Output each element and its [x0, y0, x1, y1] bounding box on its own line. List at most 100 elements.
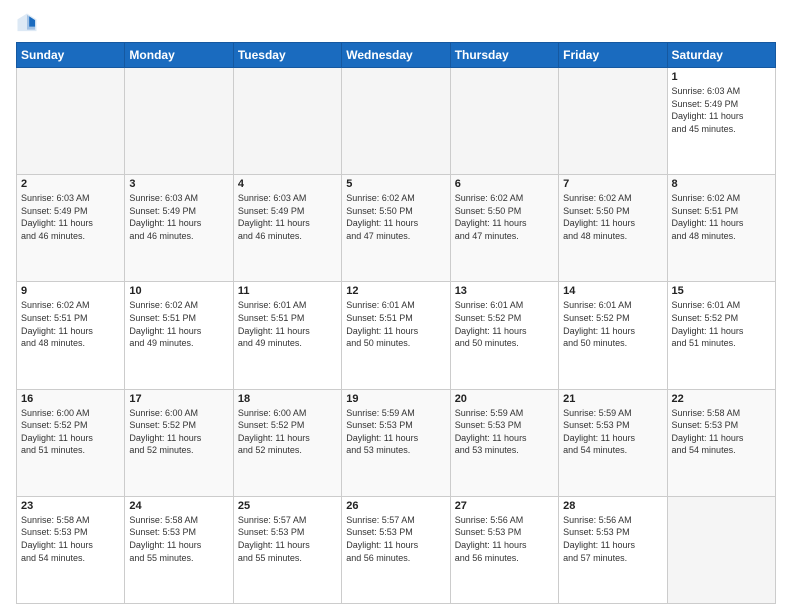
- calendar-cell: 9 Sunrise: 6:02 AM Sunset: 5:51 PM Daylig…: [17, 282, 125, 389]
- col-header-wednesday: Wednesday: [342, 43, 450, 68]
- calendar-cell: 25 Sunrise: 5:57 AM Sunset: 5:53 PM Dayli…: [233, 496, 341, 603]
- logo-icon: [16, 12, 38, 34]
- calendar-week-row: 9 Sunrise: 6:02 AM Sunset: 5:51 PM Daylig…: [17, 282, 776, 389]
- day-info: Sunrise: 6:01 AM Sunset: 5:51 PM Dayligh…: [346, 299, 445, 349]
- calendar-cell: 18 Sunrise: 6:00 AM Sunset: 5:52 PM Dayli…: [233, 389, 341, 496]
- calendar-cell: 6 Sunrise: 6:02 AM Sunset: 5:50 PM Daylig…: [450, 175, 558, 282]
- calendar-cell: [667, 496, 775, 603]
- day-number: 2: [21, 178, 120, 190]
- day-number: 15: [672, 285, 771, 297]
- calendar-week-row: 23 Sunrise: 5:58 AM Sunset: 5:53 PM Dayli…: [17, 496, 776, 603]
- day-info: Sunrise: 6:01 AM Sunset: 5:52 PM Dayligh…: [672, 299, 771, 349]
- calendar-week-row: 16 Sunrise: 6:00 AM Sunset: 5:52 PM Dayli…: [17, 389, 776, 496]
- calendar-cell: 23 Sunrise: 5:58 AM Sunset: 5:53 PM Dayli…: [17, 496, 125, 603]
- day-info: Sunrise: 6:02 AM Sunset: 5:50 PM Dayligh…: [455, 192, 554, 242]
- calendar-cell: [342, 68, 450, 175]
- day-info: Sunrise: 5:57 AM Sunset: 5:53 PM Dayligh…: [346, 514, 445, 564]
- day-info: Sunrise: 6:03 AM Sunset: 5:49 PM Dayligh…: [129, 192, 228, 242]
- day-number: 14: [563, 285, 662, 297]
- calendar-cell: [450, 68, 558, 175]
- col-header-monday: Monday: [125, 43, 233, 68]
- calendar-cell: 14Sunrise: 6:01 AM Sunset: 5:52 PM Dayli…: [559, 282, 667, 389]
- calendar-cell: 10 Sunrise: 6:02 AM Sunset: 5:51 PM Dayli…: [125, 282, 233, 389]
- calendar-cell: [233, 68, 341, 175]
- day-info: Sunrise: 5:58 AM Sunset: 5:53 PM Dayligh…: [672, 407, 771, 457]
- header: [16, 12, 776, 34]
- calendar-cell: 27 Sunrise: 5:56 AM Sunset: 5:53 PM Dayli…: [450, 496, 558, 603]
- day-number: 17: [129, 393, 228, 405]
- day-info: Sunrise: 6:03 AM Sunset: 5:49 PM Dayligh…: [21, 192, 120, 242]
- day-info: Sunrise: 6:01 AM Sunset: 5:51 PM Dayligh…: [238, 299, 337, 349]
- day-info: Sunrise: 5:59 AM Sunset: 5:53 PM Dayligh…: [455, 407, 554, 457]
- calendar-cell: [559, 68, 667, 175]
- day-info: Sunrise: 5:56 AM Sunset: 5:53 PM Dayligh…: [455, 514, 554, 564]
- day-info: Sunrise: 6:02 AM Sunset: 5:51 PM Dayligh…: [129, 299, 228, 349]
- day-number: 28: [563, 500, 662, 512]
- calendar-cell: 2 Sunrise: 6:03 AM Sunset: 5:49 PM Daylig…: [17, 175, 125, 282]
- day-info: Sunrise: 5:56 AM Sunset: 5:53 PM Dayligh…: [563, 514, 662, 564]
- day-info: Sunrise: 6:01 AM Sunset: 5:52 PM Dayligh…: [455, 299, 554, 349]
- day-number: 10: [129, 285, 228, 297]
- day-number: 21: [563, 393, 662, 405]
- day-number: 23: [21, 500, 120, 512]
- day-info: Sunrise: 6:02 AM Sunset: 5:50 PM Dayligh…: [563, 192, 662, 242]
- col-header-tuesday: Tuesday: [233, 43, 341, 68]
- col-header-friday: Friday: [559, 43, 667, 68]
- day-info: Sunrise: 6:03 AM Sunset: 5:49 PM Dayligh…: [238, 192, 337, 242]
- calendar-cell: 1 Sunrise: 6:03 AM Sunset: 5:49 PM Daylig…: [667, 68, 775, 175]
- day-info: Sunrise: 6:00 AM Sunset: 5:52 PM Dayligh…: [238, 407, 337, 457]
- calendar-cell: 4 Sunrise: 6:03 AM Sunset: 5:49 PM Daylig…: [233, 175, 341, 282]
- calendar-cell: 5 Sunrise: 6:02 AM Sunset: 5:50 PM Daylig…: [342, 175, 450, 282]
- day-number: 22: [672, 393, 771, 405]
- day-info: Sunrise: 6:02 AM Sunset: 5:50 PM Dayligh…: [346, 192, 445, 242]
- col-header-saturday: Saturday: [667, 43, 775, 68]
- calendar-cell: 28 Sunrise: 5:56 AM Sunset: 5:53 PM Dayli…: [559, 496, 667, 603]
- calendar-cell: 24Sunrise: 5:58 AM Sunset: 5:53 PM Dayli…: [125, 496, 233, 603]
- day-info: Sunrise: 5:58 AM Sunset: 5:53 PM Dayligh…: [21, 514, 120, 564]
- day-number: 27: [455, 500, 554, 512]
- day-info: Sunrise: 5:57 AM Sunset: 5:53 PM Dayligh…: [238, 514, 337, 564]
- day-info: Sunrise: 6:02 AM Sunset: 5:51 PM Dayligh…: [672, 192, 771, 242]
- day-number: 20: [455, 393, 554, 405]
- day-number: 6: [455, 178, 554, 190]
- day-number: 16: [21, 393, 120, 405]
- day-number: 13: [455, 285, 554, 297]
- day-info: Sunrise: 6:00 AM Sunset: 5:52 PM Dayligh…: [21, 407, 120, 457]
- day-info: Sunrise: 6:02 AM Sunset: 5:51 PM Dayligh…: [21, 299, 120, 349]
- day-info: Sunrise: 6:00 AM Sunset: 5:52 PM Dayligh…: [129, 407, 228, 457]
- col-header-sunday: Sunday: [17, 43, 125, 68]
- day-info: Sunrise: 5:59 AM Sunset: 5:53 PM Dayligh…: [346, 407, 445, 457]
- calendar-table: SundayMondayTuesdayWednesdayThursdayFrid…: [16, 42, 776, 604]
- day-number: 5: [346, 178, 445, 190]
- calendar-week-row: 1 Sunrise: 6:03 AM Sunset: 5:49 PM Daylig…: [17, 68, 776, 175]
- day-number: 11: [238, 285, 337, 297]
- day-number: 3: [129, 178, 228, 190]
- page: SundayMondayTuesdayWednesdayThursdayFrid…: [0, 0, 792, 612]
- calendar-cell: 11 Sunrise: 6:01 AM Sunset: 5:51 PM Dayli…: [233, 282, 341, 389]
- calendar-cell: 12 Sunrise: 6:01 AM Sunset: 5:51 PM Dayli…: [342, 282, 450, 389]
- calendar-header-row: SundayMondayTuesdayWednesdayThursdayFrid…: [17, 43, 776, 68]
- calendar-cell: 8 Sunrise: 6:02 AM Sunset: 5:51 PM Daylig…: [667, 175, 775, 282]
- day-info: Sunrise: 5:59 AM Sunset: 5:53 PM Dayligh…: [563, 407, 662, 457]
- calendar-cell: 22 Sunrise: 5:58 AM Sunset: 5:53 PM Dayli…: [667, 389, 775, 496]
- day-number: 1: [672, 71, 771, 83]
- day-number: 12: [346, 285, 445, 297]
- calendar-cell: 21 Sunrise: 5:59 AM Sunset: 5:53 PM Dayli…: [559, 389, 667, 496]
- calendar-cell: 19Sunrise: 5:59 AM Sunset: 5:53 PM Dayli…: [342, 389, 450, 496]
- day-info: Sunrise: 6:03 AM Sunset: 5:49 PM Dayligh…: [672, 85, 771, 135]
- day-number: 25: [238, 500, 337, 512]
- calendar-cell: 26Sunrise: 5:57 AM Sunset: 5:53 PM Dayli…: [342, 496, 450, 603]
- day-number: 9: [21, 285, 120, 297]
- calendar-cell: 20 Sunrise: 5:59 AM Sunset: 5:53 PM Dayli…: [450, 389, 558, 496]
- calendar-cell: 13 Sunrise: 6:01 AM Sunset: 5:52 PM Dayli…: [450, 282, 558, 389]
- calendar-cell: 15 Sunrise: 6:01 AM Sunset: 5:52 PM Dayli…: [667, 282, 775, 389]
- day-info: Sunrise: 5:58 AM Sunset: 5:53 PM Dayligh…: [129, 514, 228, 564]
- col-header-thursday: Thursday: [450, 43, 558, 68]
- day-number: 8: [672, 178, 771, 190]
- day-number: 18: [238, 393, 337, 405]
- calendar-cell: 3 Sunrise: 6:03 AM Sunset: 5:49 PM Daylig…: [125, 175, 233, 282]
- calendar-week-row: 2 Sunrise: 6:03 AM Sunset: 5:49 PM Daylig…: [17, 175, 776, 282]
- day-number: 4: [238, 178, 337, 190]
- calendar-cell: 7Sunrise: 6:02 AM Sunset: 5:50 PM Daylig…: [559, 175, 667, 282]
- logo: [16, 12, 42, 34]
